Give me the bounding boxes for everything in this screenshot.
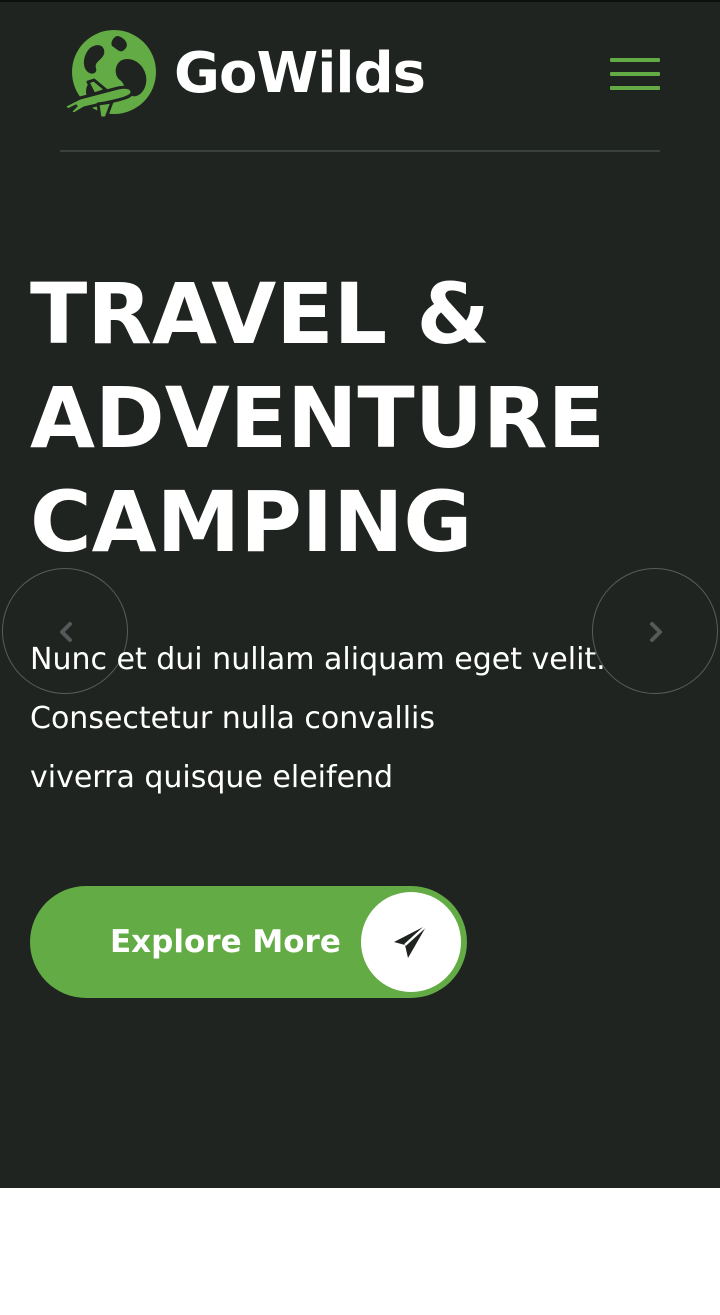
hero-section: GoWilds TRAVEL & ADVENTURE CAMPING Nunc …	[0, 0, 720, 1188]
headline-line: TRAVEL &	[30, 265, 490, 363]
hamburger-menu-icon-line	[610, 86, 660, 90]
hamburger-menu-icon-line	[610, 72, 660, 76]
description-line: viverra quisque eleifend	[30, 760, 394, 795]
header-divider	[60, 150, 660, 152]
brand-name: GoWilds	[174, 41, 426, 106]
site-logo[interactable]: GoWilds	[60, 26, 426, 122]
description-line: Consectetur nulla convallis	[30, 701, 436, 736]
hero-description: Nunc et dui nullam aliquam eget velit. C…	[30, 630, 670, 807]
explore-more-label: Explore More	[110, 924, 341, 960]
headline-line: CAMPING	[30, 473, 473, 571]
globe-airplane-icon	[62, 30, 156, 120]
hero-headline: TRAVEL & ADVENTURE CAMPING	[30, 262, 690, 574]
hamburger-menu-button[interactable]	[610, 56, 660, 92]
explore-more-button[interactable]: Explore More	[30, 886, 467, 998]
chevron-right-icon	[650, 622, 662, 642]
top-border	[0, 0, 720, 2]
slider-next-button[interactable]	[592, 568, 718, 694]
headline-line: ADVENTURE	[30, 369, 605, 467]
description-line: Nunc et dui nullam aliquam eget velit.	[30, 642, 606, 677]
hamburger-menu-icon	[610, 58, 660, 62]
explore-icon-circle	[361, 892, 461, 992]
paper-plane-icon	[394, 924, 428, 958]
